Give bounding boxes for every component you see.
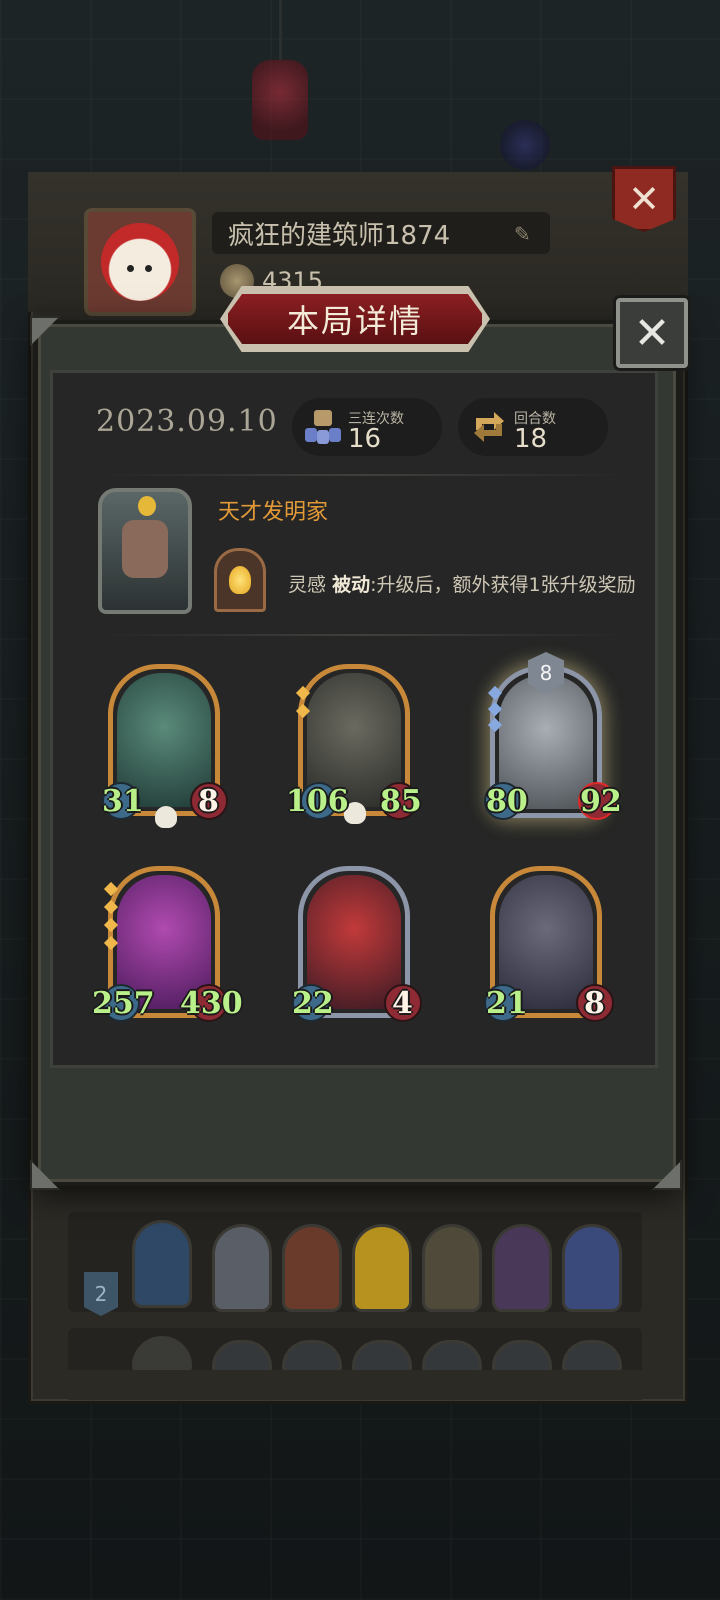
divider	[96, 474, 630, 476]
skill-type: 被动	[332, 574, 371, 596]
profile-close-button[interactable]: ✕	[612, 166, 676, 232]
skull-icon	[155, 806, 177, 828]
hero-face	[122, 520, 168, 578]
lantern-chain	[279, 0, 282, 60]
history-unit-portrait	[282, 1224, 342, 1312]
skill-name: 灵感	[288, 574, 327, 596]
round-count-value: 18	[514, 424, 548, 454]
close-button[interactable]: ✕	[616, 298, 688, 368]
blue-lantern	[500, 120, 550, 170]
unit-attack: 257	[92, 986, 155, 1021]
red-lantern	[252, 60, 308, 140]
unit-attack: 106	[286, 784, 349, 819]
history-unit-portrait	[352, 1224, 412, 1312]
divider	[96, 634, 630, 636]
history-unit-portrait	[492, 1224, 552, 1312]
title-banner: 本局详情	[224, 290, 486, 348]
unit-health: 8	[584, 986, 605, 1021]
match-date: 2023.09.10	[96, 404, 278, 439]
hero-name: 天才发明家	[218, 500, 329, 525]
unit-attack: 22	[292, 986, 334, 1021]
skill-description: 灵感 被动:升级后，额外获得1张升级奖励	[288, 570, 636, 597]
history-fade	[68, 1370, 642, 1400]
unit-health: 430	[180, 986, 243, 1021]
rounds-icon	[474, 412, 504, 442]
history-unit-portrait	[212, 1224, 272, 1312]
player-avatar[interactable]	[84, 208, 196, 316]
triple-icon	[305, 410, 341, 444]
unit-attack: 31	[102, 784, 144, 819]
unit-health: 92	[580, 784, 622, 819]
history-unit-portrait	[562, 1224, 622, 1312]
unit-health: 8	[198, 784, 219, 819]
avatar-face	[101, 223, 179, 301]
unit-attack: 80	[486, 784, 528, 819]
edit-name-icon[interactable]: ✎	[514, 222, 536, 246]
unit-health: 4	[392, 986, 413, 1021]
lightbulb-icon	[229, 566, 251, 594]
rank-badge: 2	[84, 1272, 118, 1316]
triple-count-value: 16	[348, 424, 382, 454]
skill-icon[interactable]	[214, 548, 266, 612]
skill-effect: :升级后，额外获得1张升级奖励	[370, 574, 636, 596]
unit-health: 85	[380, 784, 422, 819]
history-hero-portrait	[132, 1220, 192, 1308]
lightbulb-icon	[138, 496, 156, 516]
history-unit-portrait	[422, 1224, 482, 1312]
player-name: 疯狂的建筑师1874	[212, 212, 550, 254]
unit-attack: 21	[486, 986, 528, 1021]
modal-title: 本局详情	[286, 302, 423, 340]
